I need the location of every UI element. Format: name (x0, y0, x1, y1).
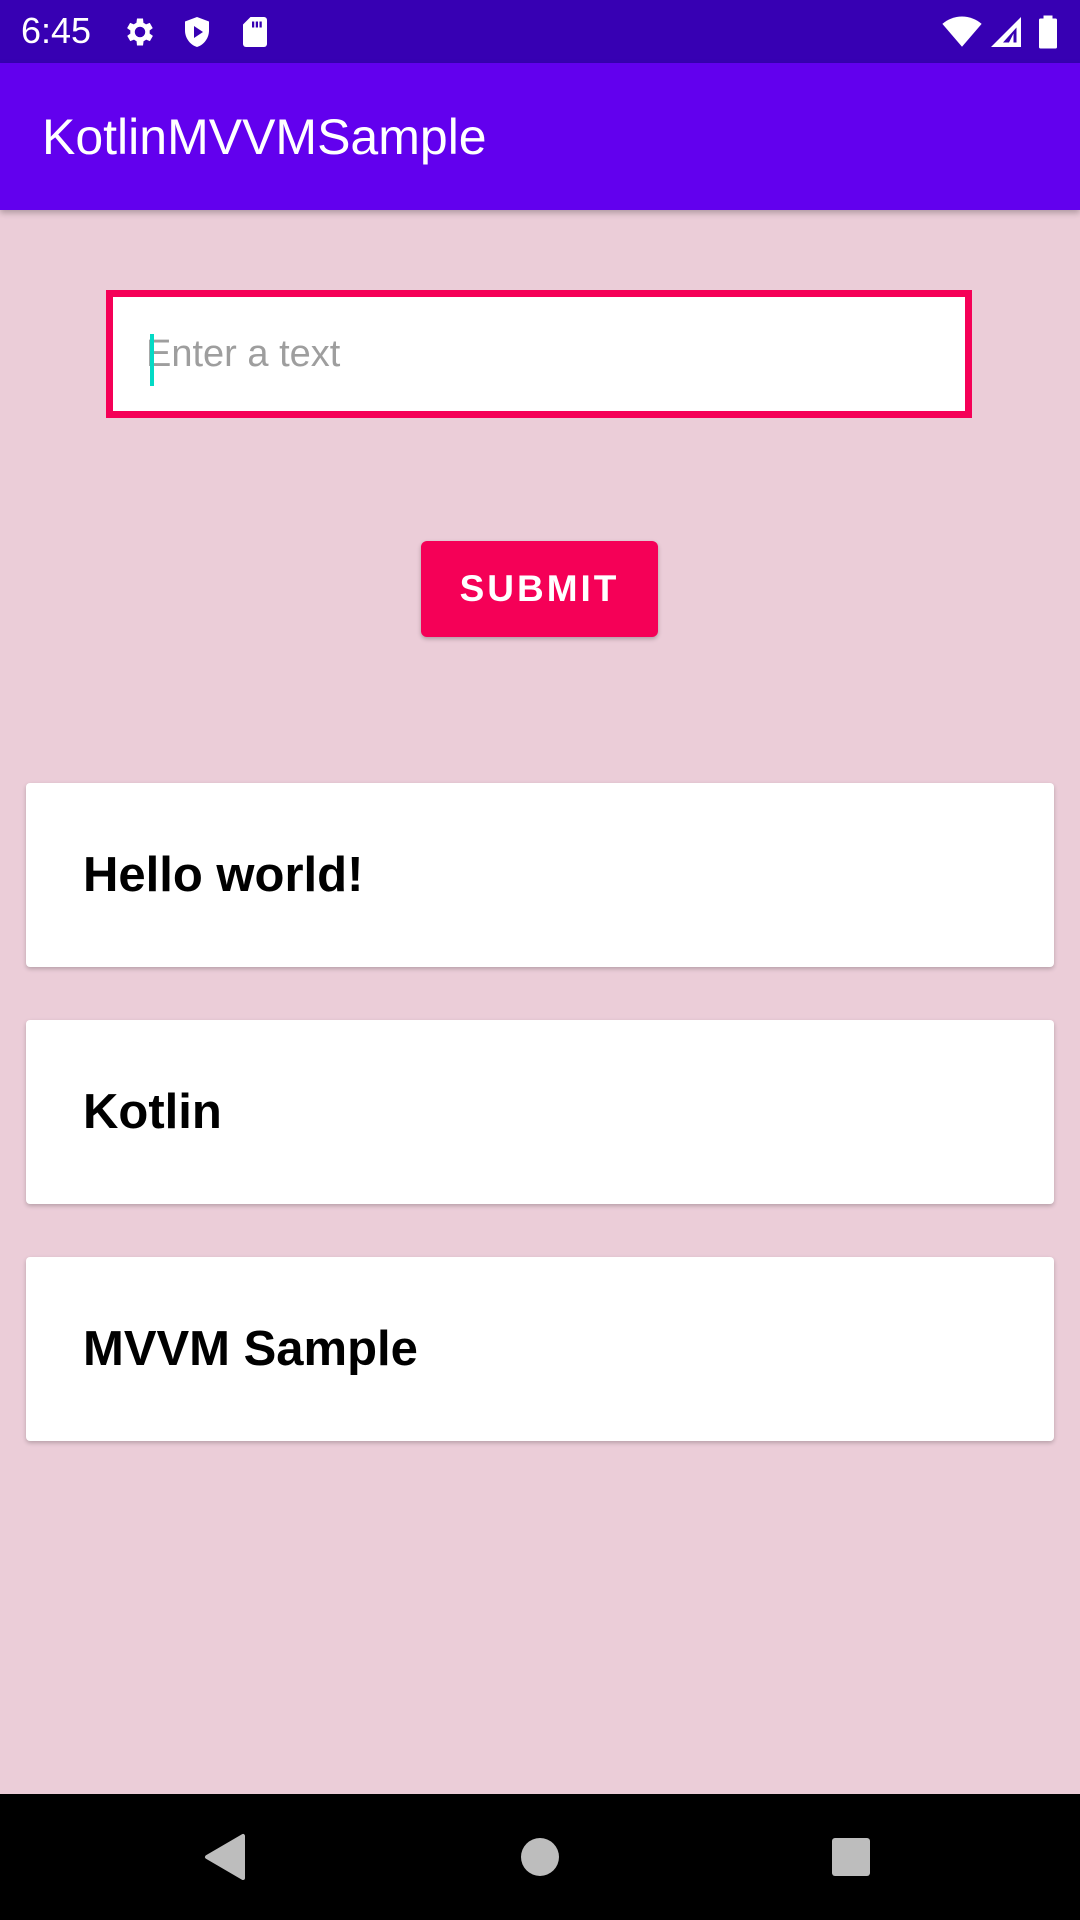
recents-button[interactable] (781, 1794, 921, 1920)
battery-icon (1036, 14, 1060, 50)
list-item-text: Hello world! (83, 848, 364, 902)
gear-icon (122, 14, 158, 50)
list-item[interactable]: MVVM Sample (26, 1257, 1054, 1441)
wifi-icon (942, 14, 982, 50)
recents-icon (832, 1838, 870, 1876)
home-icon (521, 1838, 559, 1876)
navigation-bar (0, 1794, 1080, 1920)
list-item-text: Kotlin (83, 1085, 222, 1139)
app-bar: KotlinMVVMSample (0, 63, 1080, 210)
back-icon (205, 1834, 245, 1880)
app-title: KotlinMVVMSample (42, 109, 487, 165)
shield-play-icon (179, 14, 215, 50)
status-time: 6:45 (21, 10, 92, 51)
list-item[interactable]: Kotlin (26, 1020, 1054, 1204)
signal-icon (988, 14, 1024, 50)
list-item[interactable]: Hello world! (26, 783, 1054, 967)
list-item-text: MVVM Sample (83, 1322, 418, 1376)
text-input[interactable] (146, 319, 936, 389)
screen: 6:45 KotlinMVVMSample Enter a text SUBMI… (0, 0, 1080, 1920)
text-input-container[interactable] (106, 290, 972, 418)
submit-button[interactable]: SUBMIT (421, 541, 658, 637)
sd-card-icon (237, 14, 273, 50)
text-cursor (150, 334, 154, 386)
status-bar: 6:45 (0, 0, 1080, 63)
back-button[interactable] (156, 1794, 296, 1920)
home-button[interactable] (470, 1794, 610, 1920)
